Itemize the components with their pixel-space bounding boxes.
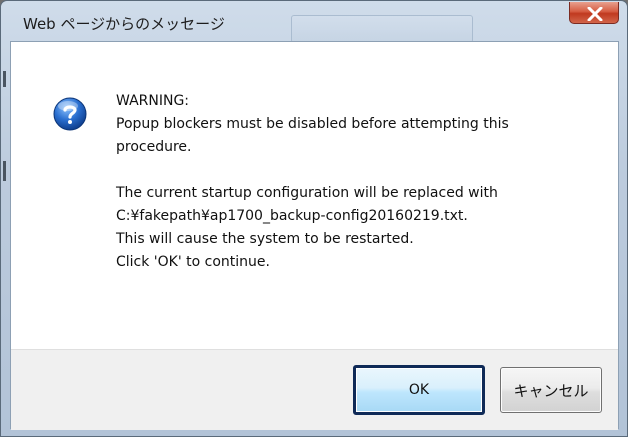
message-line-filepath: C:¥fakepath¥ap1700_backup-config20160219… [116, 208, 468, 224]
background-button-ghost [291, 15, 473, 43]
cancel-button[interactable]: キャンセル [500, 367, 602, 413]
window-title: Web ページからのメッセージ [23, 15, 225, 33]
message-line: Click 'OK' to continue. [116, 254, 270, 270]
background-window-edge [1, 61, 10, 221]
message-dialog-window: Web ページからのメッセージ WARNING: Popup blockers … [0, 0, 628, 437]
title-bar[interactable]: Web ページからのメッセージ [1, 1, 627, 43]
close-icon [587, 7, 603, 21]
close-button[interactable] [569, 2, 619, 24]
message-line-warning: WARNING: [116, 93, 190, 109]
message-area: WARNING: Popup blockers must be disabled… [11, 42, 618, 349]
button-bar: OK キャンセル [11, 349, 618, 430]
ok-button[interactable]: OK [353, 365, 485, 415]
message-text: WARNING: Popup blockers must be disabled… [116, 90, 596, 274]
dialog-body: WARNING: Popup blockers must be disabled… [10, 41, 619, 430]
question-icon [53, 97, 87, 131]
message-line: The current startup configuration will b… [116, 185, 498, 201]
message-line: This will cause the system to be restart… [116, 231, 414, 247]
message-line: Popup blockers must be disabled before a… [116, 116, 509, 132]
message-line: procedure. [116, 139, 192, 155]
